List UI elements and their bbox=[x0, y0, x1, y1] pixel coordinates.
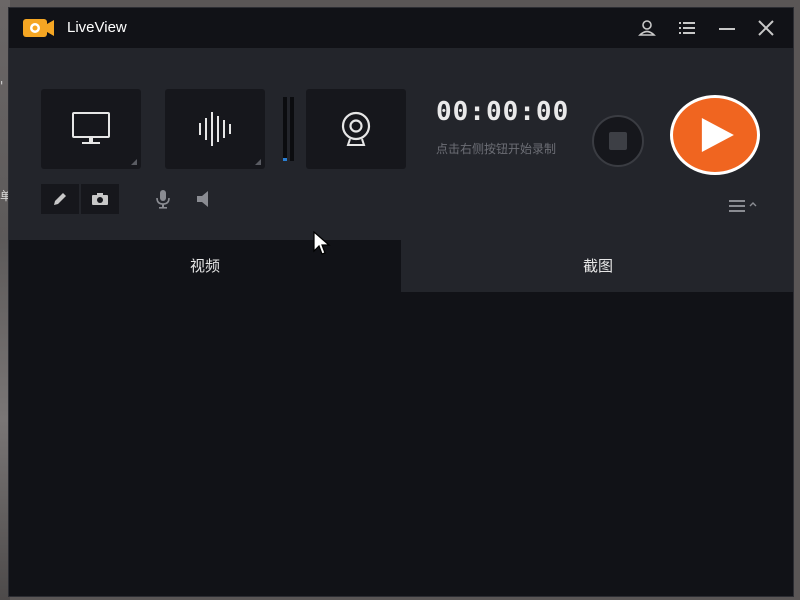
audio-level-meter-right bbox=[290, 97, 294, 161]
screenshot-button[interactable] bbox=[81, 184, 119, 214]
microphone-icon bbox=[156, 190, 170, 209]
user-button[interactable] bbox=[636, 17, 658, 39]
minimize-button[interactable] bbox=[716, 17, 738, 39]
play-icon bbox=[701, 118, 734, 152]
minimize-icon bbox=[719, 28, 735, 30]
more-options-button[interactable] bbox=[727, 197, 763, 217]
user-icon bbox=[638, 20, 656, 36]
audio-level-fill bbox=[283, 158, 287, 161]
tab-video[interactable]: 视频 bbox=[9, 240, 401, 292]
pencil-icon bbox=[54, 193, 66, 205]
recording-hint: 点击右侧按钮开始录制 bbox=[436, 142, 557, 156]
recording-timer: 00:00:00 bbox=[436, 97, 570, 127]
app-title: LiveView bbox=[67, 19, 127, 36]
close-icon bbox=[758, 20, 774, 36]
start-recording-button[interactable] bbox=[670, 95, 760, 175]
monitor-icon bbox=[72, 112, 110, 144]
audio-source-button[interactable] bbox=[165, 89, 265, 169]
title-bar: LiveView bbox=[9, 8, 793, 48]
app-logo-icon bbox=[23, 19, 54, 37]
menu-collapse-icon bbox=[729, 200, 757, 212]
dropdown-corner bbox=[255, 159, 261, 165]
stop-button[interactable] bbox=[592, 115, 644, 167]
list-icon bbox=[679, 22, 695, 34]
tab-screenshot[interactable]: 截图 bbox=[401, 240, 793, 292]
stop-icon bbox=[609, 132, 627, 150]
close-button[interactable] bbox=[755, 17, 777, 39]
recording-panel: 00:00:00 点击右侧按钮开始录制 bbox=[9, 48, 793, 240]
audio-level-meter-left bbox=[283, 97, 287, 161]
media-list-area bbox=[9, 292, 793, 596]
list-button[interactable] bbox=[676, 17, 698, 39]
app-window: LiveView 00:00:00 点击右侧按钮开始录制 视频 截图 bbox=[8, 7, 794, 597]
annotate-button[interactable] bbox=[41, 184, 79, 214]
dropdown-corner bbox=[131, 159, 137, 165]
speaker-icon bbox=[197, 191, 208, 207]
webcam-icon bbox=[341, 111, 371, 146]
speaker-toggle[interactable] bbox=[195, 189, 213, 213]
audio-wave-icon bbox=[199, 112, 231, 146]
webcam-source-button[interactable] bbox=[306, 89, 406, 169]
media-tabs: 视频 截图 bbox=[9, 240, 793, 292]
microphone-toggle[interactable] bbox=[154, 189, 172, 213]
mouse-cursor-icon bbox=[313, 231, 331, 255]
camera-icon bbox=[92, 193, 108, 205]
screen-source-button[interactable] bbox=[41, 89, 141, 169]
